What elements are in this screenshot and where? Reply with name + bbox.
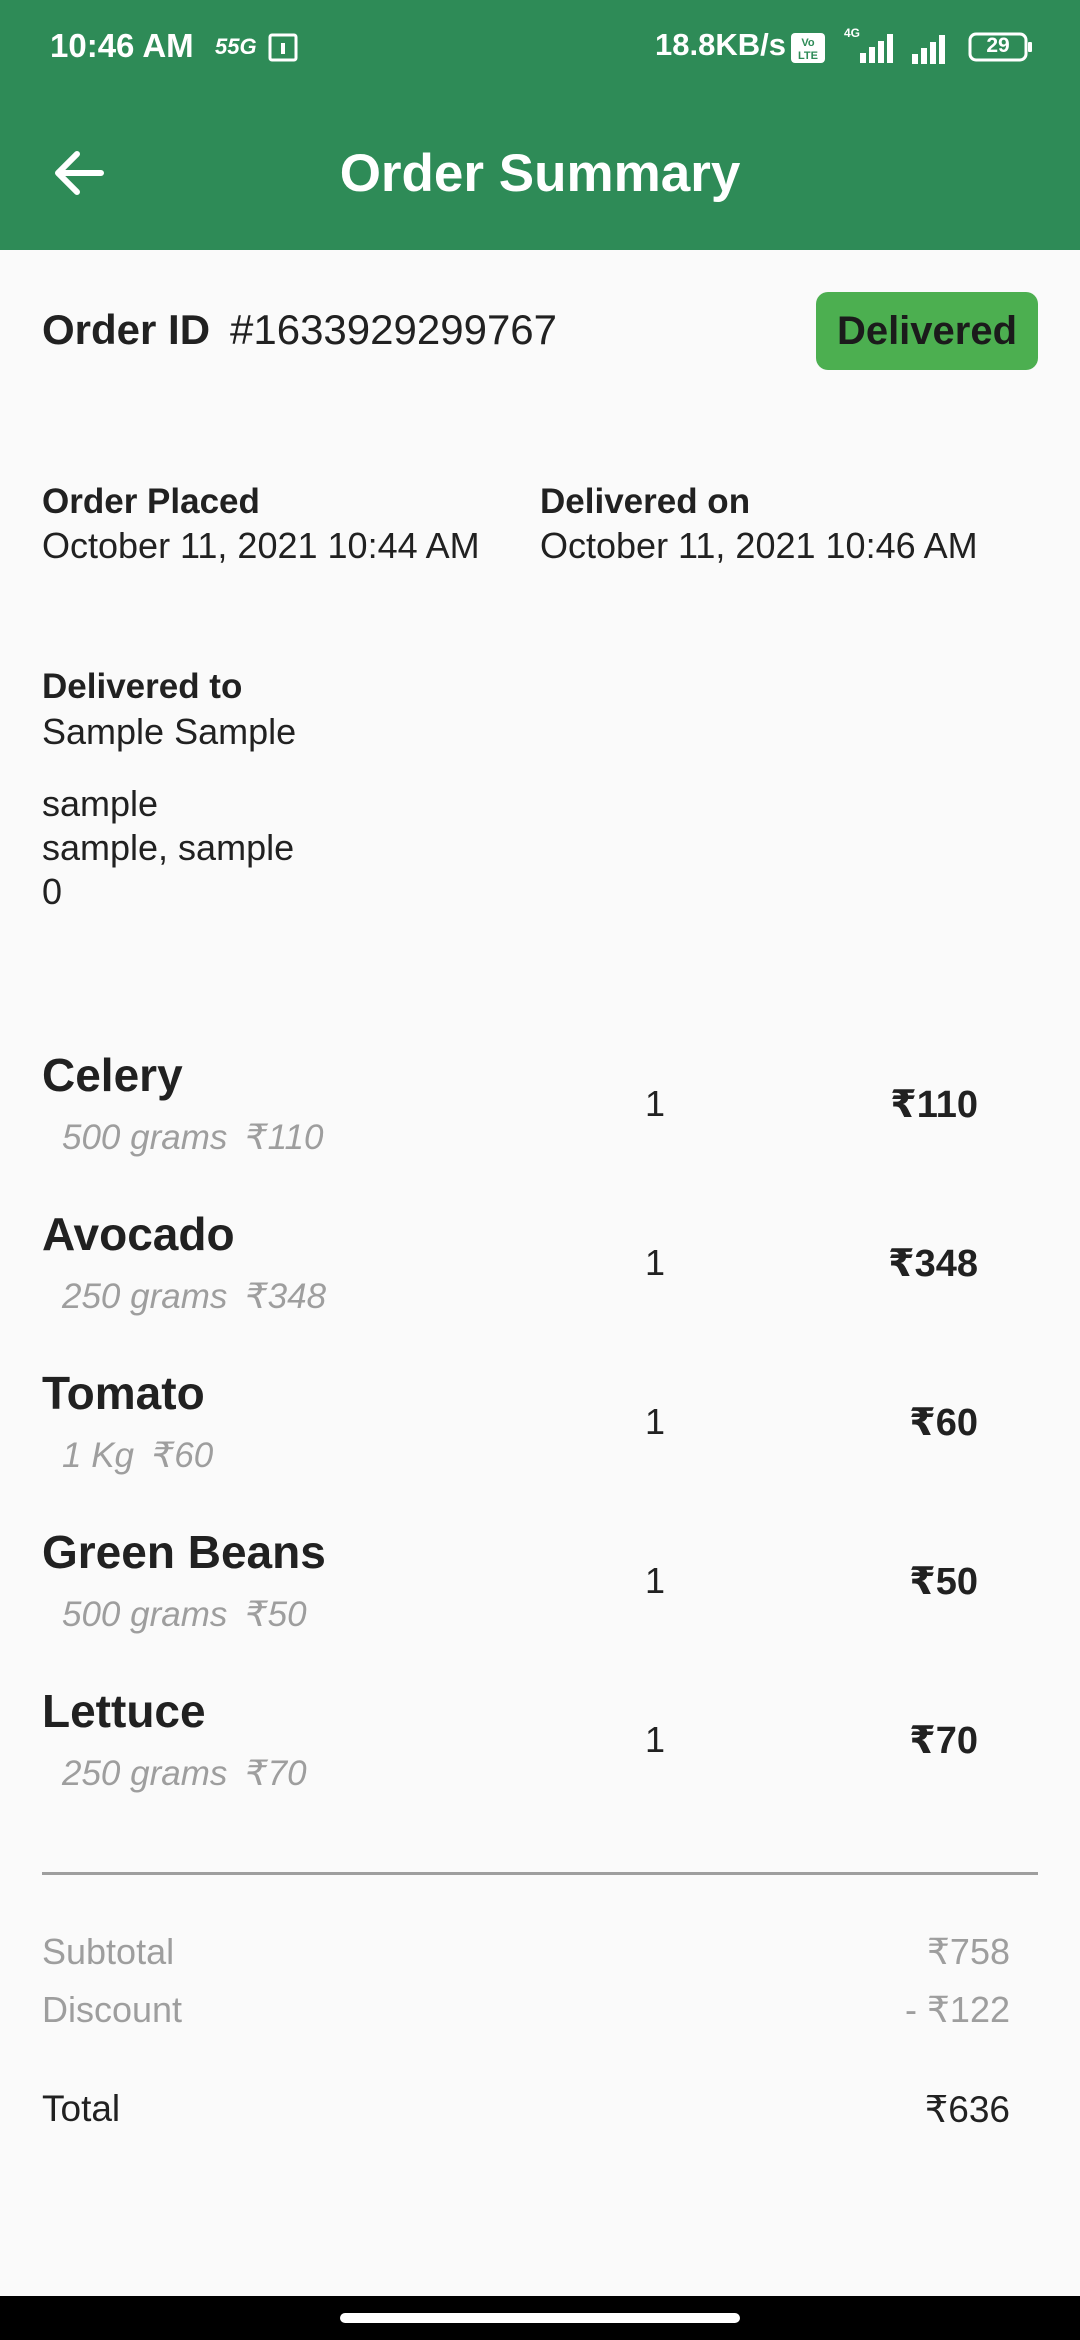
battery-level: 29 [986, 34, 1010, 57]
item-details: 250 grams ₹70 [62, 1754, 307, 1794]
subtotal-value: ₹758 [927, 1931, 1010, 1972]
item-unit: 1 Kg [62, 1436, 134, 1475]
address-line-2: sample, sample [42, 827, 295, 868]
svg-text:Vo: Vo [801, 37, 815, 49]
item-details: 500 grams ₹50 [62, 1595, 307, 1635]
item-details: 250 grams ₹348 [62, 1277, 326, 1317]
delivered-on-label: Delivered on [540, 482, 751, 521]
app-bar: 10:46 AM 55G 18.8KB/s Vo LTE 4G 29 Order… [0, 0, 1080, 250]
item-quantity: 1 [644, 1719, 666, 1760]
page-title: Order Summary [339, 144, 741, 203]
svg-text:LTE: LTE [798, 50, 818, 62]
item-unit-price: ₹60 [152, 1436, 214, 1475]
navigation-bar [0, 2296, 1080, 2340]
order-id-label: Order ID [42, 306, 211, 353]
item-unit: 500 grams [62, 1118, 228, 1157]
status-badge: Delivered [816, 292, 1038, 370]
item-name: Tomato [42, 1367, 205, 1419]
item-price: ₹60 [909, 1402, 978, 1444]
item-unit-price: ₹348 [245, 1277, 327, 1316]
delivered-on-value: October 11, 2021 10:46 AM [540, 525, 978, 566]
item-name: Green Beans [42, 1526, 326, 1578]
status-bar: 10:46 AM 55G 18.8KB/s Vo LTE 4G 29 [0, 0, 1080, 100]
divider [42, 1872, 1038, 1875]
delivered-to-label: Delivered to [42, 667, 243, 706]
item-unit: 250 grams [62, 1277, 228, 1316]
subtotal-label: Subtotal [42, 1931, 175, 1972]
order-placed-value: October 11, 2021 10:44 AM [42, 525, 480, 566]
calendar-icon [268, 33, 298, 62]
item-quantity: 1 [644, 1242, 666, 1283]
signal-icon [912, 35, 945, 64]
volte-icon: Vo LTE [791, 33, 825, 63]
item-unit: 500 grams [62, 1595, 228, 1634]
item-quantity: 1 [644, 1401, 666, 1442]
status-time: 10:46 AM [50, 27, 194, 64]
item-name: Lettuce [42, 1685, 206, 1737]
order-id-value: #1633929299767 [230, 306, 558, 353]
item-name: Avocado [42, 1208, 235, 1260]
item-quantity: 1 [644, 1560, 666, 1601]
item-unit: 250 grams [62, 1754, 228, 1793]
item-name: Celery [42, 1049, 183, 1101]
item-unit-price: ₹50 [245, 1595, 307, 1634]
55g-icon: 55G [215, 34, 257, 59]
item-quantity: 1 [644, 1083, 666, 1124]
item-unit-price: ₹70 [245, 1754, 307, 1793]
item-details: 500 grams ₹110 [62, 1118, 323, 1158]
order-placed-label: Order Placed [42, 482, 260, 521]
discount-value: - ₹122 [905, 1989, 1010, 2030]
item-price: ₹348 [888, 1243, 978, 1285]
svg-text:4G: 4G [844, 26, 860, 40]
home-indicator[interactable] [340, 2313, 740, 2323]
total-value: ₹636 [924, 2089, 1010, 2130]
item-details: 1 Kg ₹60 [62, 1436, 213, 1476]
item-unit-price: ₹110 [245, 1118, 324, 1157]
item-price: ₹70 [909, 1720, 978, 1762]
signal-4g-icon: 4G [844, 26, 893, 63]
arrow-left-icon[interactable] [45, 140, 111, 206]
network-speed: 18.8KB/s [655, 27, 786, 62]
discount-label: Discount [42, 1989, 183, 2030]
recipient-name: Sample Sample [42, 711, 297, 752]
address-line-3: 0 [42, 871, 63, 912]
address-line-1: sample [42, 783, 159, 824]
item-price: ₹110 [890, 1084, 978, 1126]
item-price: ₹50 [909, 1561, 978, 1603]
total-label: Total [42, 2088, 121, 2129]
